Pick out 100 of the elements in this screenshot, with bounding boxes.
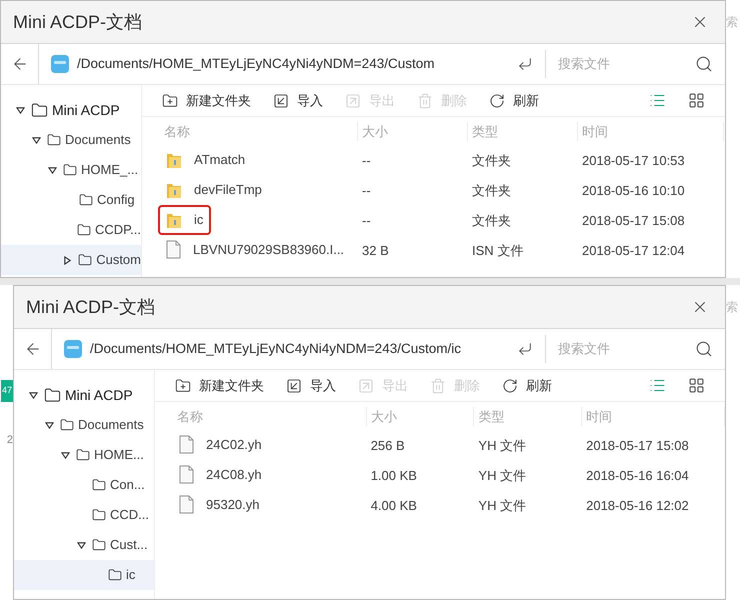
folder-icon: [47, 133, 61, 147]
file-name-cell[interactable]: 95320.yh: [173, 492, 266, 518]
folder-icon: [60, 418, 74, 432]
expand-caret-icon[interactable]: [16, 106, 24, 114]
tree-item[interactable]: Documents: [14, 410, 154, 440]
search-icon[interactable]: [695, 340, 713, 358]
app-icon: [64, 340, 82, 358]
time-cell-text: 2018-05-16 12:02: [585, 497, 690, 516]
app-icon: [51, 55, 69, 73]
time-cell-text: 2018-05-16 16:04: [585, 467, 690, 486]
type-cell-text: 文件夹: [471, 182, 512, 200]
refresh-icon: [489, 92, 505, 108]
search-field[interactable]: 搜索文件: [558, 54, 695, 74]
search-field[interactable]: 搜索文件: [558, 339, 695, 359]
delete-icon: [417, 92, 433, 108]
backdrop-text: 索: [726, 15, 738, 29]
backdrop-text: 2: [6, 432, 13, 448]
size-cell-text: 1.00 KB: [370, 467, 418, 486]
import-button[interactable]: 导入: [286, 376, 336, 396]
size-cell-text: --: [361, 152, 372, 170]
file-icon: [166, 240, 181, 260]
tree-item[interactable]: Mini ACDP: [14, 380, 154, 410]
expand-caret-icon[interactable]: [28, 390, 38, 400]
type-cell-text: YH 文件: [477, 467, 528, 486]
tree-item[interactable]: HOME_...: [1, 155, 141, 185]
folder-icon: [76, 448, 90, 462]
new-folder-icon: [175, 378, 191, 394]
search-icon[interactable]: [695, 55, 713, 73]
folder-icon: [166, 181, 182, 200]
tree-item[interactable]: HOME...: [14, 440, 154, 470]
collapse-caret-icon[interactable]: [63, 256, 72, 264]
grid-view-button[interactable]: [688, 92, 705, 109]
path-field[interactable]: /Documents/HOME_MTEyLjEyNC4yNi4yNDM=243/Custom/ic: [90, 338, 517, 360]
expand-caret-icon[interactable]: [76, 540, 86, 550]
expand-caret-icon[interactable]: [48, 166, 56, 174]
backdrop-text: 索: [726, 300, 738, 314]
type-cell-text: YH 文件: [477, 437, 528, 456]
file-name-cell[interactable]: ic: [160, 207, 210, 233]
tree-item[interactable]: CCDP...: [1, 215, 141, 245]
grid-view-button[interactable]: [688, 377, 705, 394]
type-cell-text: YH 文件: [477, 497, 528, 516]
time-cell-text: 2018-05-17 10:53: [581, 152, 686, 170]
new-folder-button[interactable]: 新建文件夹: [175, 376, 264, 396]
tree-item[interactable]: Custom: [1, 245, 141, 275]
enter-icon[interactable]: [517, 341, 533, 357]
tree-item[interactable]: Con...: [14, 470, 154, 500]
file-name-cell[interactable]: devFileTmp: [160, 177, 268, 203]
expand-caret-icon[interactable]: [32, 136, 40, 144]
delete-icon: [430, 378, 446, 394]
export-icon: [345, 92, 361, 108]
file-name-cell[interactable]: 24C08.yh: [173, 462, 268, 488]
time-cell-text: 2018-05-16 10:10: [581, 182, 686, 200]
refresh-icon: [502, 378, 518, 394]
tree-item[interactable]: CCD...: [14, 500, 154, 530]
refresh-button[interactable]: 刷新: [489, 90, 539, 110]
count-badge: 47: [0, 380, 13, 402]
type-cell-text: 文件夹: [471, 152, 512, 170]
file-icon: [179, 465, 194, 484]
folder-icon: [44, 386, 61, 404]
refresh-button[interactable]: 刷新: [502, 376, 552, 396]
folder-icon: [77, 223, 91, 237]
window-title: Mini ACDP-文档: [26, 296, 156, 318]
expand-caret-icon[interactable]: [44, 420, 54, 430]
size-cell-text: --: [361, 212, 372, 230]
size-cell-text: --: [361, 182, 372, 200]
folder-icon: [78, 253, 92, 267]
file-name-cell[interactable]: ATmatch: [160, 147, 252, 173]
type-cell-text: 文件夹: [471, 212, 512, 230]
import-icon: [273, 92, 289, 108]
tree-item[interactable]: Documents: [1, 125, 141, 155]
folder-icon: [108, 568, 122, 582]
type-cell-text: ISN 文件: [471, 242, 524, 260]
tree-item[interactable]: ic: [14, 560, 154, 590]
path-field[interactable]: /Documents/HOME_MTEyLjEyNC4yNi4yNDM=243/Custom: [77, 54, 517, 74]
folder-icon: [63, 163, 77, 177]
folder-icon: [92, 478, 106, 492]
tree-item[interactable]: Mini ACDP: [1, 95, 141, 125]
expand-caret-icon[interactable]: [60, 450, 70, 460]
file-name-cell[interactable]: LBVNU79029SB83960.I...: [160, 237, 350, 263]
folder-icon: [79, 193, 93, 207]
folder-icon: [31, 102, 48, 118]
size-cell-text: 4.00 KB: [370, 497, 418, 516]
grid-icon: [688, 377, 705, 394]
import-icon: [286, 378, 302, 394]
file-icon: [179, 435, 194, 454]
file-name-cell[interactable]: 24C02.yh: [173, 432, 268, 458]
enter-icon[interactable]: [517, 56, 533, 72]
folder-icon: [92, 508, 106, 522]
new-folder-button[interactable]: 新建文件夹: [162, 90, 251, 110]
tree-item[interactable]: Config: [1, 185, 141, 215]
folder-icon: [166, 211, 182, 230]
folder-icon: [92, 538, 106, 552]
time-cell-text: 2018-05-17 12:04: [581, 242, 686, 260]
new-folder-icon: [162, 92, 178, 108]
time-cell-text: 2018-05-17 15:08: [585, 437, 690, 456]
tree-item[interactable]: Cust...: [14, 530, 154, 560]
grid-icon: [688, 92, 705, 109]
size-cell-text: 32 B: [361, 242, 390, 260]
size-cell-text: 256 B: [370, 437, 406, 456]
import-button[interactable]: 导入: [273, 90, 323, 110]
